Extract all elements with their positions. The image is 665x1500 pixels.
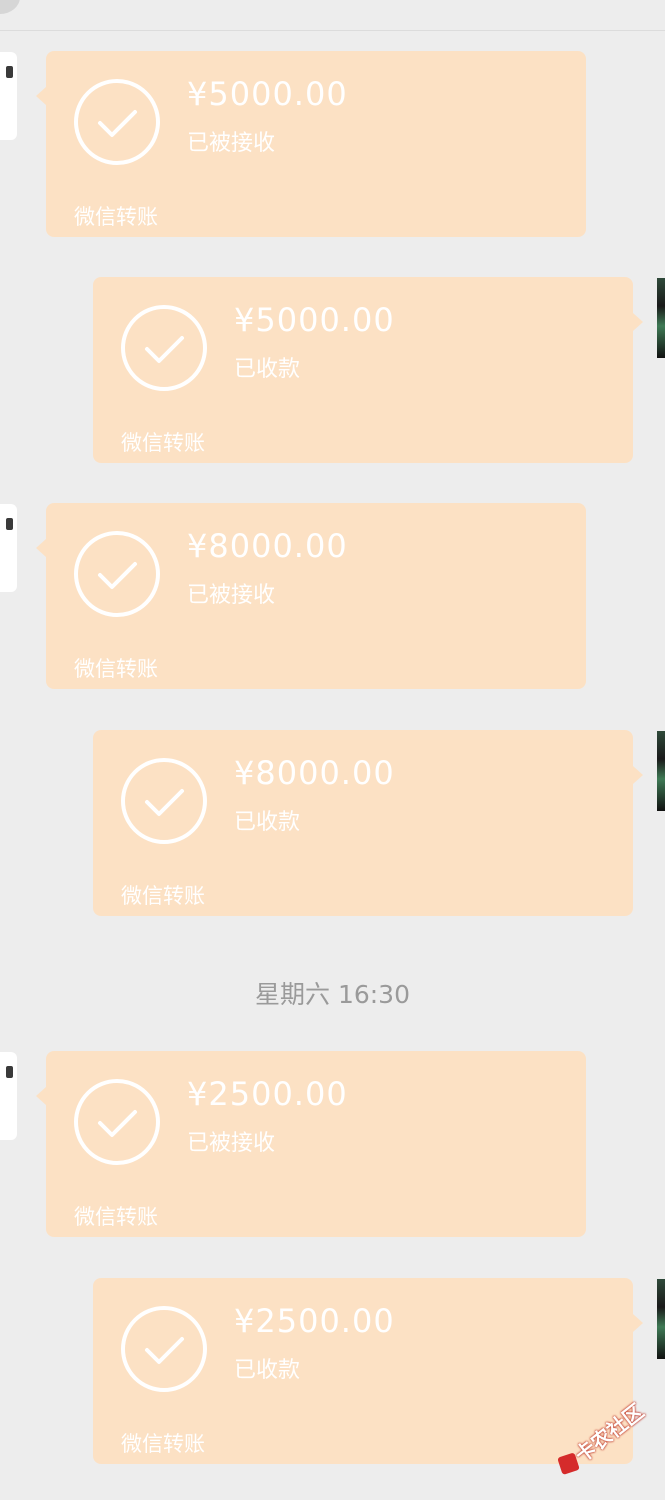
transfer-card[interactable]: ¥2500.00 已收款 微信转账 [93, 1278, 643, 1464]
transfer-amount: ¥5000.00 [234, 301, 395, 339]
check-circle-icon [74, 79, 160, 165]
transfer-status: 已被接收 [187, 131, 276, 156]
contact-avatar[interactable] [0, 504, 17, 592]
user-avatar[interactable] [657, 278, 665, 358]
check-circle-icon [74, 1079, 160, 1165]
transfer-amount: ¥2500.00 [187, 1075, 348, 1113]
transfer-status: 已被接收 [187, 1131, 276, 1156]
transfer-amount: ¥8000.00 [234, 754, 395, 792]
transfer-amount: ¥8000.00 [187, 527, 348, 565]
top-avatar-fragment [0, 0, 20, 14]
transfer-amount: ¥2500.00 [234, 1302, 395, 1340]
transfer-status: 已被接收 [187, 583, 276, 608]
transfer-label: 微信转账 [121, 884, 205, 908]
transfer-label: 微信转账 [74, 205, 158, 229]
transfer-status: 已收款 [234, 810, 301, 835]
transfer-status: 已收款 [234, 357, 301, 382]
check-circle-icon [121, 1306, 207, 1392]
transfer-card[interactable]: ¥2500.00 已被接收 微信转账 [36, 1051, 586, 1237]
contact-avatar[interactable] [0, 1052, 17, 1140]
transfer-label: 微信转账 [74, 657, 158, 681]
transfer-label: 微信转账 [121, 431, 205, 455]
transfer-card[interactable]: ¥5000.00 已收款 微信转账 [93, 277, 643, 463]
transfer-card[interactable]: ¥8000.00 已收款 微信转账 [93, 730, 643, 916]
transfer-label: 微信转账 [121, 1432, 205, 1456]
transfer-label: 微信转账 [74, 1205, 158, 1229]
check-circle-icon [74, 531, 160, 617]
transfer-card[interactable]: ¥5000.00 已被接收 微信转账 [36, 51, 586, 237]
transfer-amount: ¥5000.00 [187, 75, 348, 113]
transfer-card[interactable]: ¥8000.00 已被接收 微信转账 [36, 503, 586, 689]
chat-timestamp: 星期六 16:30 [255, 980, 410, 1009]
transfer-status: 已收款 [234, 1358, 301, 1383]
user-avatar[interactable] [657, 1279, 665, 1359]
header-divider [0, 30, 665, 31]
user-avatar[interactable] [657, 731, 665, 811]
check-circle-icon [121, 758, 207, 844]
check-circle-icon [121, 305, 207, 391]
contact-avatar[interactable] [0, 52, 17, 140]
